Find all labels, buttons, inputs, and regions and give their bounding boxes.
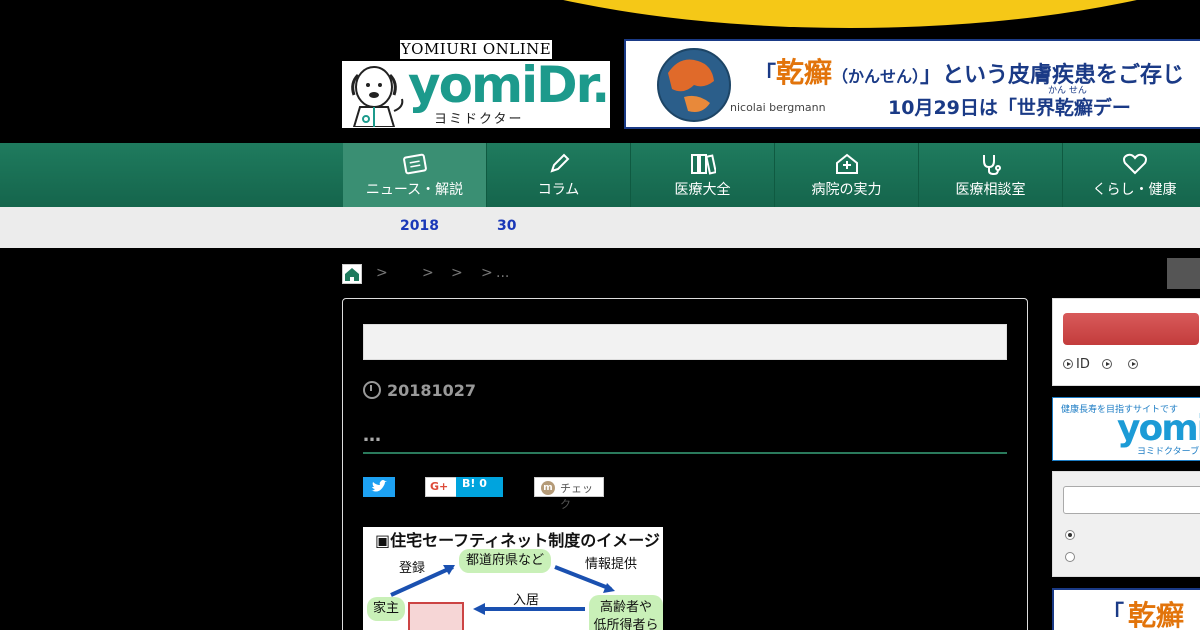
- banner-brand: nicolai bergmann: [730, 101, 826, 114]
- mixi-check-button[interactable]: m チェック: [534, 477, 604, 511]
- breadcrumb-sep: >: [481, 265, 493, 281]
- banner-subline: 10月29日は「世界乾癬デー: [888, 97, 1131, 119]
- pen-icon: [549, 153, 569, 173]
- clock-icon: [363, 381, 381, 399]
- side-tab[interactable]: [1167, 258, 1200, 289]
- twitter-icon: [371, 480, 387, 492]
- gplus-label: G+: [430, 480, 449, 493]
- page: YOMIURI ONLINE yomiDr. ヨミドクター nicolai be…: [0, 0, 1200, 630]
- figure-arrows: [390, 565, 615, 630]
- main-nav: ニュース・解説 コラム 医療大全 病院の実力 医療相談室 くらし・健康: [0, 143, 1200, 207]
- hospital-icon: [835, 153, 858, 174]
- psoriasis-ad-banner[interactable]: nicolai bergmann 「乾癬（かんせん）」という皮膚疾患をご存じ か…: [624, 39, 1200, 129]
- side-ad-brand: yomi: [1117, 408, 1200, 449]
- side-ad2-keyword: 乾癬: [1128, 599, 1185, 630]
- dog-doctor-icon: [351, 66, 404, 127]
- hatena-bookmark-button[interactable]: B! 0: [456, 477, 503, 497]
- banner-keyword: 乾癬: [776, 56, 833, 89]
- nav-label-consultation: 医療相談室: [955, 182, 1026, 198]
- nav-label-encyclopedia: 医療大全: [674, 182, 731, 198]
- search-box: [1052, 471, 1200, 577]
- side-ad2-quote: 「: [1102, 602, 1125, 627]
- breadcrumb-ellipsis: ...: [496, 265, 510, 281]
- nav-label-living: くらし・健康: [1092, 182, 1177, 198]
- breadcrumb-sep: >: [451, 265, 463, 281]
- gplus-hatena-share[interactable]: G+ B! 0: [425, 477, 503, 497]
- article-date: 20181027: [363, 381, 476, 400]
- article-date-text: 20181027: [387, 381, 477, 400]
- home-icon[interactable]: [342, 264, 362, 284]
- arrow-circle-icon: [1063, 359, 1073, 369]
- banner-reading: （かんせん）: [832, 67, 921, 86]
- login-links: ID: [1063, 357, 1141, 372]
- breadcrumb-sep: >: [376, 265, 388, 281]
- breadcrumb-sep: >: [422, 265, 434, 281]
- nav-item-encyclopedia[interactable]: 医療大全: [631, 143, 775, 207]
- mixi-check-label: チェック: [560, 482, 593, 511]
- date-bar: 2018 30: [0, 207, 1200, 248]
- nav-item-living[interactable]: くらし・健康: [1063, 143, 1200, 207]
- site-logo[interactable]: YOMIURI ONLINE yomiDr. ヨミドクター: [342, 40, 610, 128]
- article-dots: …: [363, 425, 382, 446]
- twitter-share-button[interactable]: [363, 477, 395, 497]
- logo-wordmark: yomiDr.: [408, 61, 610, 114]
- date-day: 30: [497, 218, 517, 234]
- nav-label-news: ニュース・解説: [365, 182, 464, 198]
- arrow-circle-icon[interactable]: [1127, 359, 1138, 369]
- article-card: 20181027 … G+ B! 0 m チェック ▣住宅セーフティネット制度の…: [342, 298, 1028, 630]
- article-title: [363, 324, 1007, 360]
- psoriasis-side-ad[interactable]: 「 乾癬: [1052, 588, 1200, 630]
- news-icon: [402, 153, 427, 175]
- nav-item-column[interactable]: コラム: [487, 143, 631, 207]
- nav-label-hospital: 病院の実力: [811, 182, 882, 198]
- date-year: 2018: [400, 218, 439, 234]
- banner-quote: 「: [754, 63, 777, 88]
- flower-globe-icon: [657, 48, 731, 122]
- side-ad-sub: ヨミドクターブ: [1137, 447, 1200, 457]
- search-input[interactable]: [1063, 486, 1200, 514]
- logo-online-text: YOMIURI ONLINE: [400, 40, 552, 59]
- heart-icon: [1122, 153, 1147, 175]
- article-divider: [363, 452, 1007, 454]
- books-icon: [690, 154, 716, 175]
- nav-item-consultation[interactable]: 医療相談室: [919, 143, 1063, 207]
- nav-label-column: コラム: [537, 182, 580, 198]
- logo-main: yomiDr. ヨミドクター: [342, 61, 610, 128]
- banner-headline: 「乾癬（かんせん）」という皮膚疾患をご存じ: [754, 51, 1184, 91]
- yomidr-side-ad[interactable]: 健康長寿を目指すサイトです yomi ヨミドクターブ: [1052, 397, 1200, 461]
- nav-item-news[interactable]: ニュース・解説: [343, 143, 487, 207]
- search-radio-1[interactable]: [1065, 530, 1075, 540]
- login-button[interactable]: [1063, 313, 1199, 345]
- nav-item-hospital[interactable]: 病院の実力: [775, 143, 919, 207]
- login-box: ID: [1052, 298, 1200, 386]
- arrow-circle-icon[interactable]: [1102, 359, 1113, 369]
- logo-subtitle: ヨミドクター: [434, 112, 524, 127]
- top-yellow-arc: [360, 0, 1200, 28]
- article-figure: ▣住宅セーフティネット制度のイメージ 都道府県など 登録 情報提供 入居 家主 …: [363, 527, 663, 630]
- login-link-id[interactable]: ID: [1076, 357, 1090, 372]
- mixi-icon: m: [541, 481, 555, 495]
- stethoscope-icon: [982, 155, 1001, 175]
- search-radio-2[interactable]: [1065, 552, 1075, 562]
